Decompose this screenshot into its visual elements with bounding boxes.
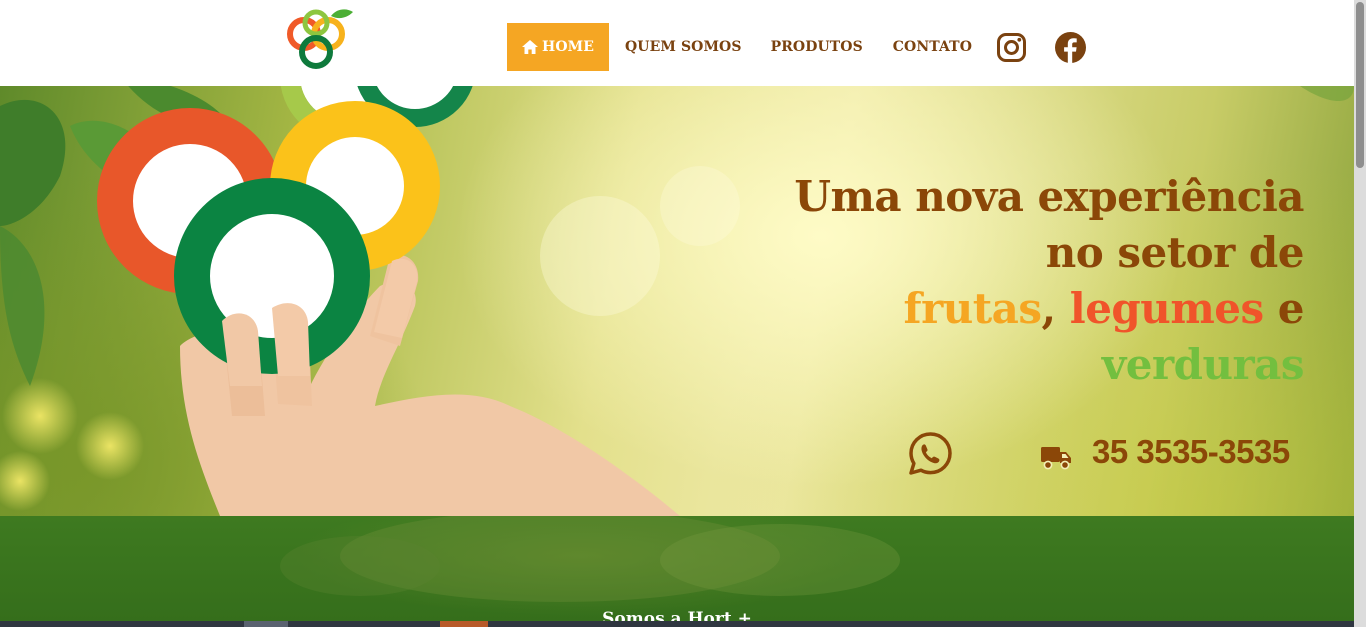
headline-comma: , bbox=[1041, 284, 1057, 333]
phone-number[interactable]: 35 3535-3535 bbox=[1092, 432, 1290, 472]
nav-contato[interactable]: CONTATO bbox=[893, 23, 972, 71]
nav-quem-somos[interactable]: QUEM SOMOS bbox=[625, 23, 742, 71]
truck-icon bbox=[1041, 447, 1071, 470]
bottom-taskbar bbox=[0, 621, 1354, 627]
hero-banner: Uma nova experiência no setor de frutas,… bbox=[0, 86, 1354, 516]
taskbar-item-active[interactable] bbox=[440, 621, 488, 627]
facebook-icon[interactable] bbox=[1055, 32, 1086, 63]
about-background-illustration bbox=[280, 516, 900, 602]
word-verduras: verduras bbox=[1101, 340, 1305, 389]
nav-home-label: HOME bbox=[542, 39, 594, 55]
headline-line2: no setor de bbox=[1045, 228, 1305, 277]
nav-produtos[interactable]: PRODUTOS bbox=[771, 23, 863, 71]
about-section: Somos a Hort + bbox=[0, 516, 1354, 622]
page-scrollbar[interactable] bbox=[1354, 0, 1366, 627]
headline-line1: Uma nova experiência bbox=[794, 172, 1304, 221]
nav-produtos-label: PRODUTOS bbox=[770, 39, 863, 55]
main-nav: HOME QUEM SOMOS PRODUTOS CONTATO bbox=[507, 23, 972, 71]
hort-logo[interactable] bbox=[283, 6, 355, 72]
word-legumes: legumes bbox=[1069, 284, 1264, 333]
site-header: HOME QUEM SOMOS PRODUTOS CONTATO bbox=[0, 0, 1354, 86]
taskbar-item[interactable] bbox=[244, 621, 288, 627]
nav-contato-label: CONTATO bbox=[892, 39, 972, 55]
scrollbar-thumb[interactable] bbox=[1356, 2, 1364, 168]
nav-home[interactable]: HOME bbox=[507, 23, 609, 71]
home-icon bbox=[522, 40, 538, 54]
whatsapp-icon[interactable] bbox=[908, 431, 953, 476]
nav-quem-somos-label: QUEM SOMOS bbox=[625, 39, 742, 55]
hero-headline: Uma nova experiência no setor de frutas,… bbox=[794, 169, 1304, 393]
word-frutas: frutas bbox=[903, 284, 1043, 333]
word-e: e bbox=[1277, 284, 1305, 333]
instagram-icon[interactable] bbox=[996, 32, 1027, 63]
